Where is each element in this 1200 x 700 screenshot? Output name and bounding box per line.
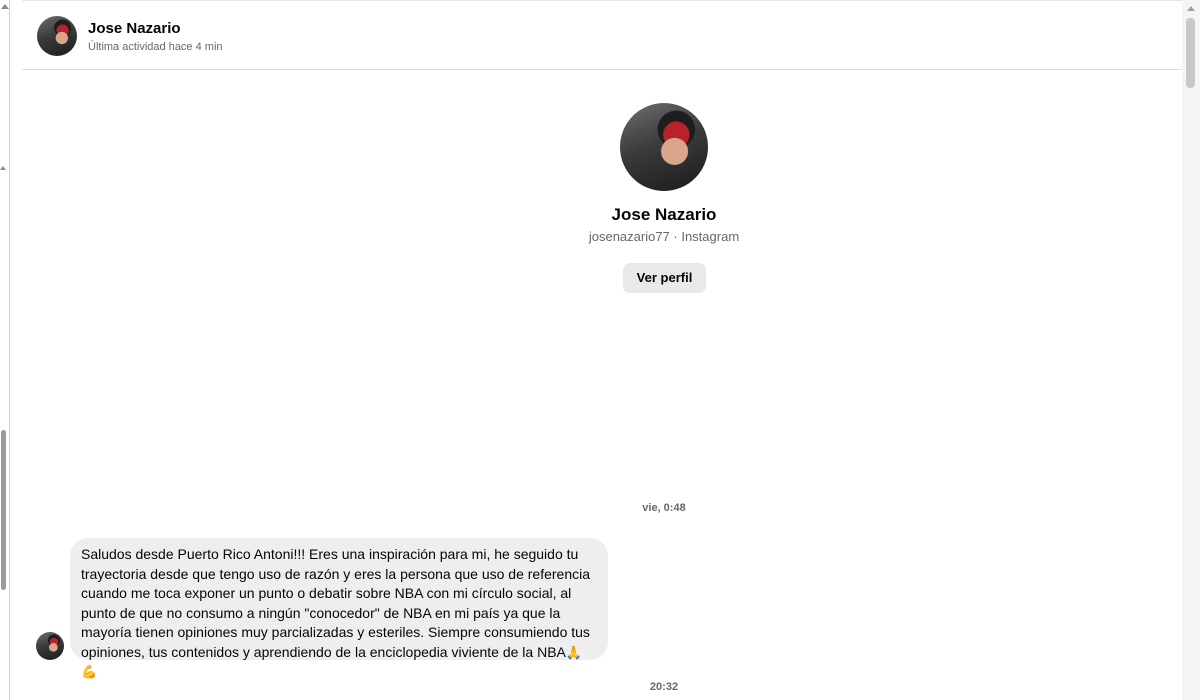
message-sender-avatar[interactable] xyxy=(36,632,64,660)
left-panel-scrollbar[interactable] xyxy=(0,0,10,700)
last-active-status: Última actividad hace 4 min xyxy=(88,41,223,53)
message-timestamp: 20:32 xyxy=(649,681,679,693)
message-timestamp: vie, 0:48 xyxy=(642,502,686,514)
profile-name: Jose Nazario xyxy=(611,205,717,224)
view-profile-button[interactable]: Ver perfil xyxy=(623,263,706,293)
conversation-scrollbar[interactable] xyxy=(1182,0,1200,700)
scroll-up-arrow-icon[interactable] xyxy=(1,4,9,9)
scrollbar-thumb[interactable] xyxy=(1186,18,1195,88)
message-text: Saludos desde Puerto Rico Antoni!!! Eres… xyxy=(81,546,590,660)
scroll-up-arrow-icon[interactable] xyxy=(1187,6,1195,11)
header-avatar[interactable] xyxy=(37,16,77,56)
scrollbar-thumb[interactable] xyxy=(1,430,6,590)
contact-name[interactable]: Jose Nazario xyxy=(88,20,181,37)
profile-avatar[interactable] xyxy=(620,103,708,191)
message-bubble[interactable]: Saludos desde Puerto Rico Antoni!!! Eres… xyxy=(70,538,608,679)
conversation-header: Jose Nazario Última actividad hace 4 min xyxy=(22,0,1182,70)
profile-subtitle: josenazario77 · Instagram xyxy=(588,229,740,244)
chat-window: Jose Nazario Última actividad hace 4 min… xyxy=(0,0,1200,700)
collapse-arrow-icon[interactable] xyxy=(0,166,6,170)
